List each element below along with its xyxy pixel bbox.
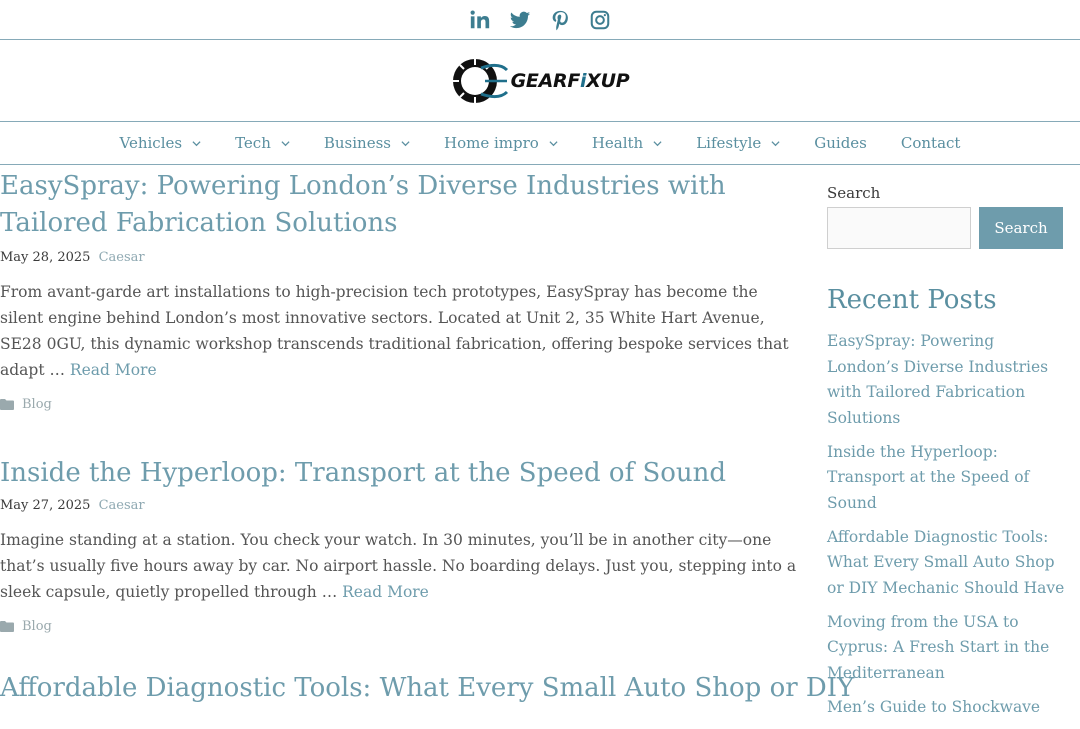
chevron-down-icon (771, 140, 780, 146)
nav-item-label: Tech (235, 134, 271, 152)
read-more-link[interactable]: Read More (70, 361, 157, 379)
category-link[interactable]: Blog (22, 619, 52, 634)
nav-item-label: Contact (900, 134, 961, 152)
chevron-down-icon (549, 140, 558, 146)
post-title[interactable]: Affordable Diagnostic Tools: What Every … (0, 670, 854, 707)
nav-item-lifestyle[interactable]: Lifestyle (679, 134, 797, 152)
folder-icon (0, 621, 14, 632)
nav-item-guides[interactable]: Guides (797, 134, 884, 152)
post-title[interactable]: EasySpray: Powering London’s Diverse Ind… (0, 168, 800, 242)
recent-post-link[interactable]: Affordable Diagnostic Tools: What Every … (827, 525, 1067, 602)
pinterest-icon[interactable] (549, 9, 571, 31)
search-label: Search (827, 184, 881, 202)
instagram-icon[interactable] (589, 9, 611, 31)
site-logo[interactable]: GEARFiXUP (451, 56, 630, 106)
nav-item-label: Vehicles (119, 134, 183, 152)
post-category: Blog (0, 397, 800, 412)
nav-item-label: Guides (814, 134, 867, 152)
post-item: EasySpray: Powering London’s Diverse Ind… (0, 168, 800, 412)
social-bar (0, 0, 1080, 40)
chevron-down-icon (192, 140, 201, 146)
post-date: May 27, 2025 (0, 498, 91, 513)
post-excerpt: From avant-garde art installations to hi… (0, 279, 800, 383)
search-button[interactable]: Search (979, 207, 1063, 249)
sidebar: Search Search Recent Posts EasySpray: Po… (827, 165, 1067, 729)
category-link[interactable]: Blog (22, 397, 52, 412)
post-date: May 28, 2025 (0, 250, 91, 265)
post-title[interactable]: Inside the Hyperloop: Transport at the S… (0, 455, 800, 492)
nav-item-contact[interactable]: Contact (884, 134, 978, 152)
recent-posts-list: EasySpray: Powering London’s Diverse Ind… (827, 329, 1067, 720)
post-author[interactable]: Caesar (99, 498, 145, 513)
nav-item-business[interactable]: Business (307, 134, 427, 152)
post-list: EasySpray: Powering London’s Diverse Ind… (0, 165, 854, 707)
nav-item-home-impro[interactable]: Home impro (427, 134, 575, 152)
post-author[interactable]: Caesar (99, 250, 145, 265)
folder-icon (0, 399, 14, 410)
chevron-down-icon (653, 140, 662, 146)
post-item: Affordable Diagnostic Tools: What Every … (0, 670, 854, 707)
nav-item-label: Business (323, 134, 391, 152)
twitter-icon[interactable] (509, 9, 531, 31)
recent-posts-heading: Recent Posts (827, 285, 997, 315)
search-form: Search (827, 207, 1067, 249)
post-meta: May 28, 2025 Caesar (0, 250, 800, 265)
chevron-down-icon (281, 140, 290, 146)
read-more-link[interactable]: Read More (342, 583, 429, 601)
main-nav: Vehicles Tech Business Home impro Health… (0, 121, 1080, 165)
recent-post-link[interactable]: Inside the Hyperloop: Transport at the S… (827, 440, 1067, 517)
post-excerpt: Imagine standing at a station. You check… (0, 527, 800, 605)
linkedin-icon[interactable] (469, 9, 491, 31)
post-item: Inside the Hyperloop: Transport at the S… (0, 455, 800, 634)
nav-item-label: Health (591, 134, 644, 152)
logo-text: GEARFiXUP (510, 70, 630, 92)
nav-item-label: Lifestyle (696, 134, 762, 152)
nav-item-health[interactable]: Health (575, 134, 679, 152)
chevron-down-icon (401, 140, 410, 146)
tire-icon (452, 59, 508, 103)
search-input[interactable] (827, 207, 971, 249)
recent-post-link[interactable]: EasySpray: Powering London’s Diverse Ind… (827, 329, 1067, 431)
post-meta: May 27, 2025 Caesar (0, 498, 800, 513)
recent-post-link[interactable]: Men’s Guide to Shockwave (827, 695, 1067, 721)
nav-item-label: Home impro (444, 134, 539, 152)
post-category: Blog (0, 619, 800, 634)
site-header: GEARFiXUP (0, 41, 1080, 121)
nav-item-tech[interactable]: Tech (218, 134, 307, 152)
nav-item-vehicles[interactable]: Vehicles (103, 134, 219, 152)
